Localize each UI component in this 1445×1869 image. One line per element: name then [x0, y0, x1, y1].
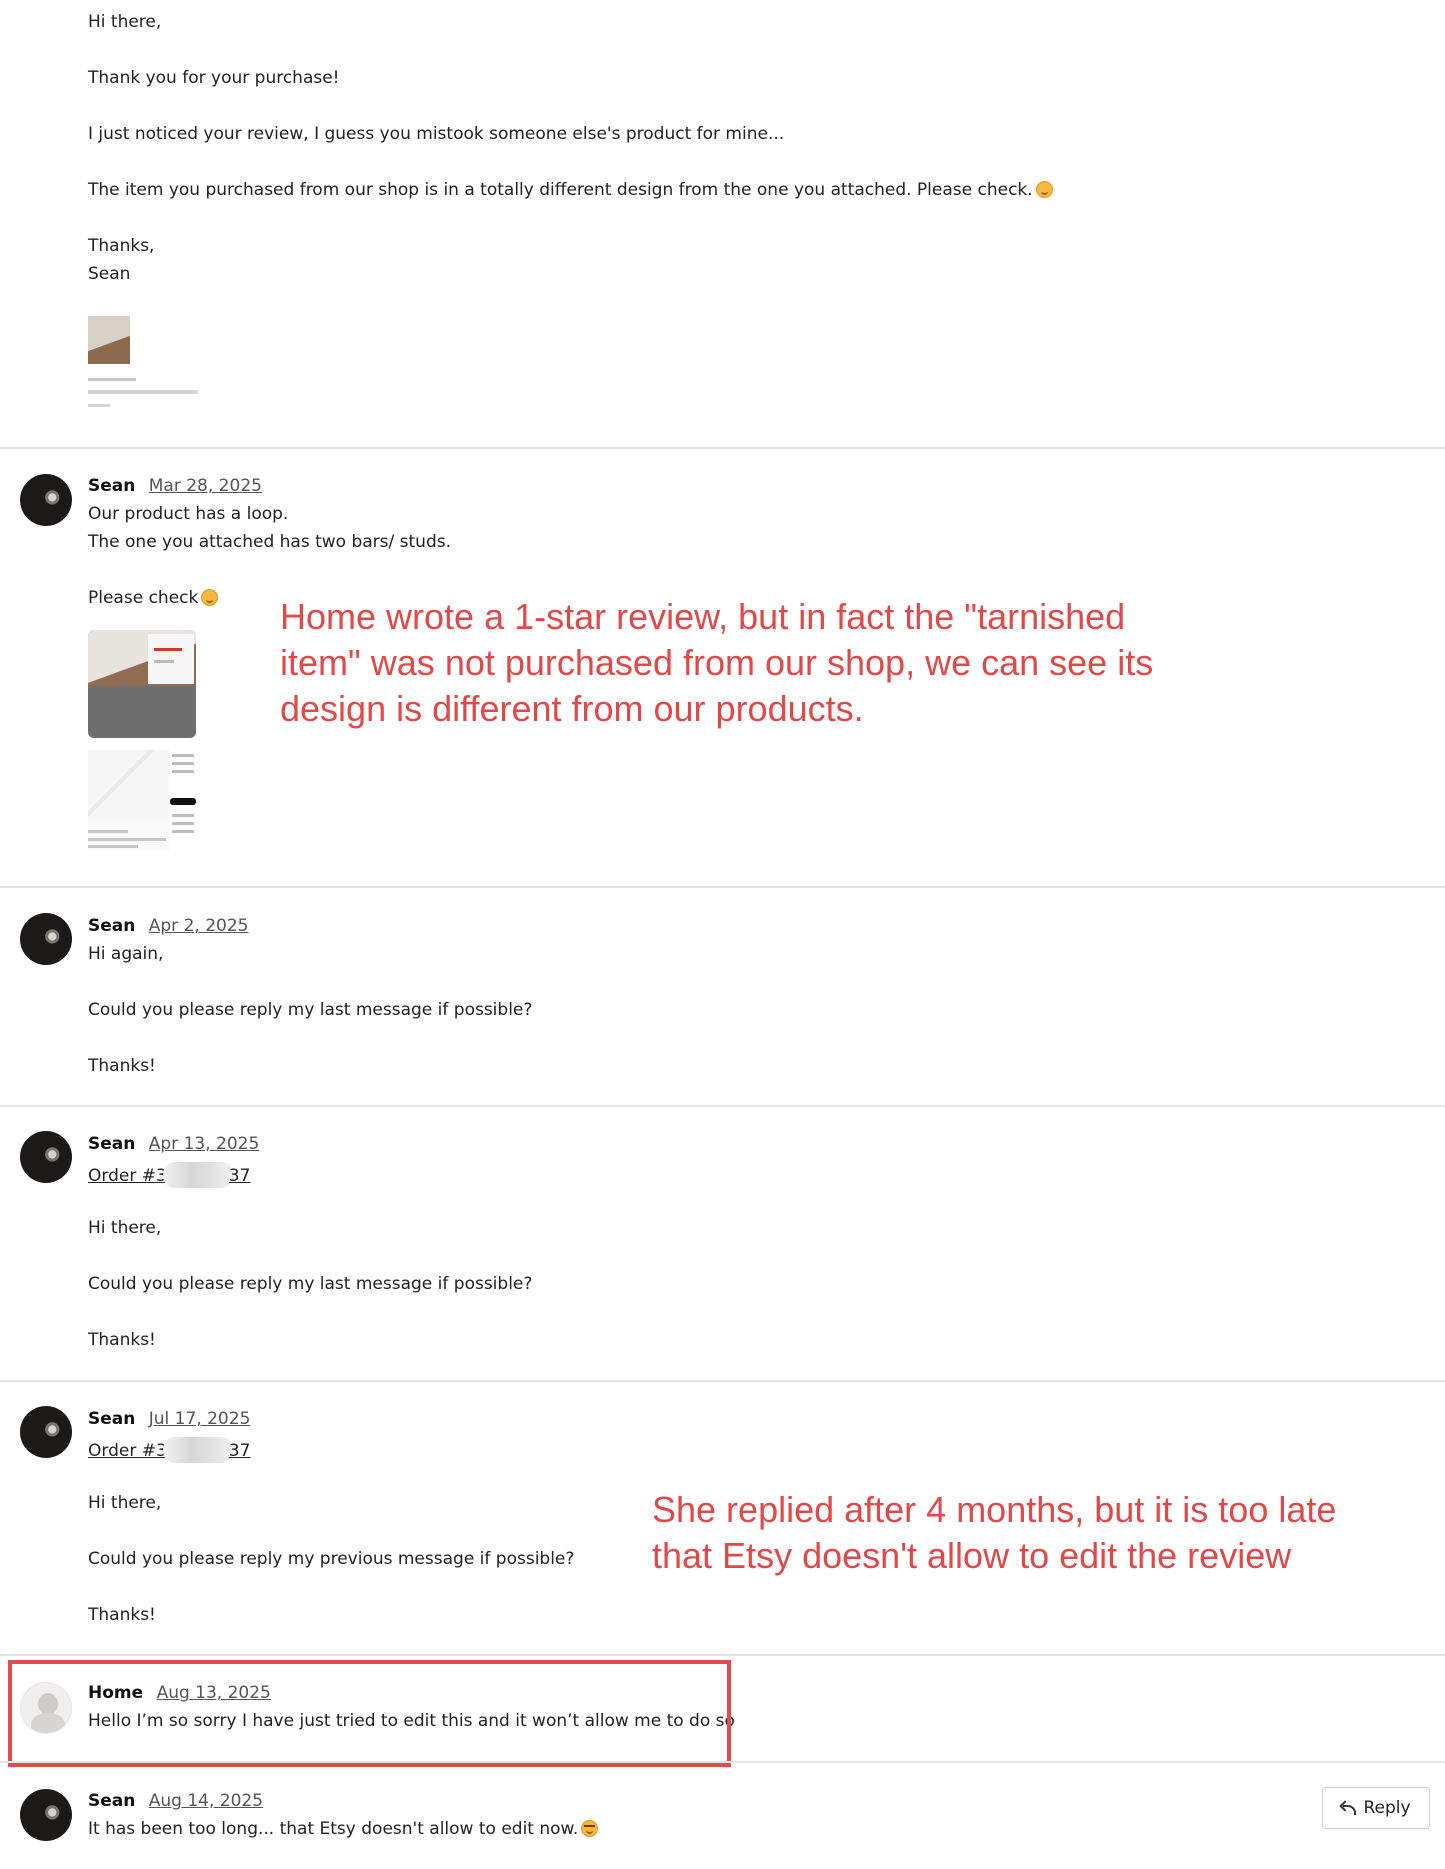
author-name: Sean [88, 1409, 136, 1429]
reply-button-label: Reply [1363, 1798, 1411, 1818]
message-date-link[interactable]: Apr 13, 2025 [149, 1134, 260, 1154]
message-text: Hi there, [88, 1218, 162, 1238]
avatar [20, 1789, 72, 1841]
message-text: Could you please reply my last message i… [88, 1000, 533, 1020]
message-divider [0, 886, 1445, 888]
annotation-text-review: Home wrote a 1-star review, but in fact … [280, 596, 1154, 729]
attachment-thumbnail[interactable] [88, 750, 198, 850]
smiling-emoji-icon [201, 589, 219, 606]
message-text: Sean [88, 264, 131, 284]
author-name: Sean [88, 1134, 136, 1154]
message-text: Our product has a loop. [88, 504, 289, 524]
reply-button[interactable]: Reply [1322, 1787, 1430, 1829]
message-divider [0, 1380, 1445, 1382]
message-divider [0, 1105, 1445, 1107]
message-date-link[interactable]: Mar 28, 2025 [149, 476, 262, 496]
message-date-link[interactable]: Jul 17, 2025 [149, 1409, 251, 1429]
message-text: Thanks! [88, 1605, 156, 1625]
avatar [20, 1131, 72, 1183]
smiling-emoji-icon [1035, 181, 1053, 198]
message-text: Could you please reply my last message i… [88, 1274, 533, 1294]
avatar [20, 1406, 72, 1458]
order-link[interactable]: Order #3 37 [88, 1437, 250, 1463]
attachment-thumbnail[interactable] [88, 630, 196, 738]
laughing-emoji-icon [581, 1820, 599, 1837]
message-text: Thank you for your purchase! [88, 68, 340, 88]
reply-arrow-icon [1341, 1802, 1357, 1815]
message-text: Hi there, [88, 12, 162, 32]
message-date-link[interactable]: Apr 2, 2025 [149, 916, 249, 936]
message-text: Please check [88, 588, 219, 608]
redacted-number [162, 1437, 233, 1463]
message-divider [0, 447, 1445, 449]
message-text: The item you purchased from our shop is … [88, 180, 1053, 200]
author-name: Sean [88, 476, 136, 496]
message-date-link[interactable]: Aug 14, 2025 [149, 1791, 263, 1811]
annotation-text-late-reply: She replied after 4 months, but it is to… [652, 1489, 1337, 1576]
message-text: Hi there, [88, 1493, 162, 1513]
message-text: Hi again, [88, 944, 164, 964]
message-text: It has been too long... that Etsy doesn'… [88, 1819, 599, 1839]
message-text: Thanks! [88, 1330, 156, 1350]
author-name: Sean [88, 916, 136, 936]
message-text: The one you attached has two bars/ studs… [88, 532, 452, 552]
message-text: Thanks, [88, 236, 155, 256]
message-divider [0, 1654, 1445, 1656]
avatar [20, 474, 72, 526]
message-text: I just noticed your review, I guess you … [88, 124, 785, 144]
message-text: Thanks! [88, 1056, 156, 1076]
redacted-number [162, 1162, 233, 1188]
avatar [20, 913, 72, 965]
order-link[interactable]: Order #3 37 [88, 1162, 250, 1188]
author-name: Sean [88, 1791, 136, 1811]
message-divider [0, 1761, 1445, 1763]
highlight-box [8, 1660, 731, 1767]
message-text: Could you please reply my previous messa… [88, 1549, 575, 1569]
attachment-thumbnail[interactable] [88, 308, 198, 408]
